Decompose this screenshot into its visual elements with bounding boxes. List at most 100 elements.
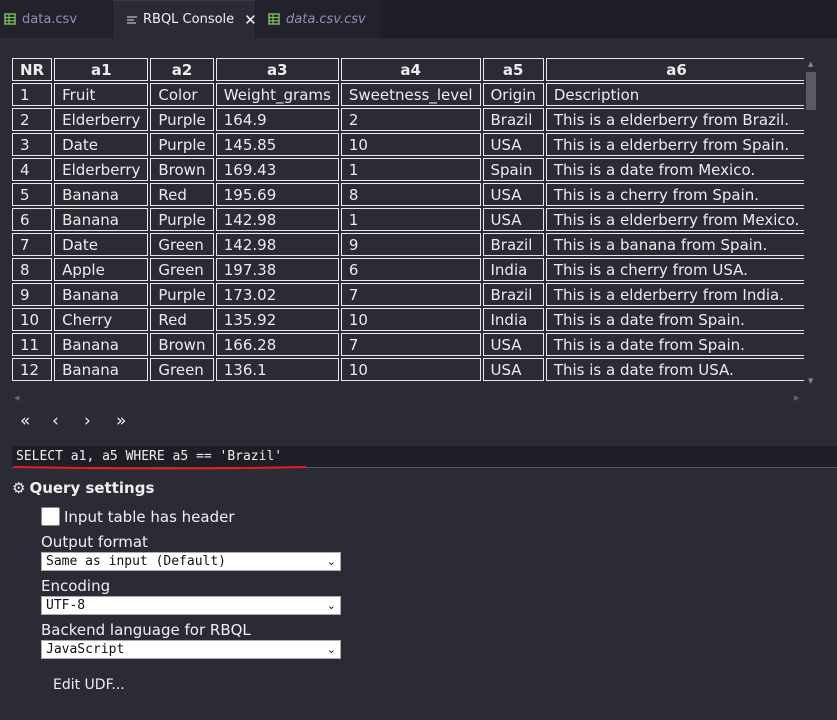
next-page-button[interactable]: › <box>84 411 116 431</box>
tab-rbql-console[interactable]: RBQL Console ✕ <box>113 0 257 38</box>
table-cell[interactable]: 142.98 <box>215 233 339 256</box>
query-settings-heading[interactable]: ⚙ Query settings <box>12 479 154 497</box>
table-cell[interactable]: Banana <box>54 358 149 381</box>
encoding-select[interactable]: UTF-8 ⌄ <box>41 596 341 615</box>
table-cell[interactable]: This is a elderberry from India. <box>545 283 804 306</box>
prev-page-button[interactable]: ‹ <box>52 411 84 431</box>
table-cell[interactable]: USA <box>482 208 544 231</box>
last-page-button[interactable]: » <box>116 411 148 431</box>
tab-data-csv-csv[interactable]: data.csv.csv <box>256 0 381 38</box>
table-cell[interactable]: This is a elderberry from Brazil. <box>545 108 804 131</box>
table-cell[interactable]: Red <box>150 183 214 206</box>
table-cell[interactable]: 2 <box>12 108 53 131</box>
table-cell[interactable]: 164.9 <box>215 108 339 131</box>
close-icon[interactable]: ✕ <box>244 11 257 29</box>
table-cell[interactable]: Elderberry <box>54 158 149 181</box>
first-page-button[interactable]: « <box>20 411 52 431</box>
table-cell[interactable]: Description <box>545 83 804 106</box>
table-cell[interactable]: Origin <box>482 83 544 106</box>
table-cell[interactable]: 173.02 <box>215 283 339 306</box>
table-cell[interactable]: India <box>482 308 544 331</box>
scrollbar-thumb[interactable] <box>806 72 816 110</box>
table-cell[interactable]: 136.1 <box>215 358 339 381</box>
table-cell[interactable]: 145.85 <box>215 133 339 156</box>
table-cell[interactable]: 1 <box>12 83 53 106</box>
scroll-left-icon[interactable]: ◀ <box>14 394 19 402</box>
table-cell[interactable]: USA <box>482 358 544 381</box>
table-cell[interactable]: This is a banana from Spain. <box>545 233 804 256</box>
table-cell[interactable]: Sweetness_level <box>340 83 481 106</box>
vertical-scrollbar[interactable]: ▲ ▼ <box>806 60 817 390</box>
table-cell[interactable]: 8 <box>340 183 481 206</box>
table-cell[interactable]: 7 <box>340 283 481 306</box>
table-cell[interactable]: Banana <box>54 208 149 231</box>
table-cell[interactable]: This is a elderberry from Spain. <box>545 133 804 156</box>
table-cell[interactable]: Brazil <box>482 108 544 131</box>
table-cell[interactable]: This is a elderberry from Mexico. <box>545 208 804 231</box>
table-cell[interactable]: 169.43 <box>215 158 339 181</box>
table-cell[interactable]: This is a date from USA. <box>545 358 804 381</box>
table-cell[interactable]: Cherry <box>54 308 149 331</box>
table-cell[interactable]: 10 <box>340 308 481 331</box>
table-cell[interactable]: Spain <box>482 158 544 181</box>
table-cell[interactable]: Brazil <box>482 283 544 306</box>
table-cell[interactable]: Green <box>150 358 214 381</box>
table-cell[interactable]: This is a date from Spain. <box>545 333 804 356</box>
table-cell[interactable]: Banana <box>54 333 149 356</box>
table-cell[interactable]: 9 <box>12 283 53 306</box>
table-cell[interactable]: Green <box>150 258 214 281</box>
table-cell[interactable]: 135.92 <box>215 308 339 331</box>
table-cell[interactable]: This is a cherry from Spain. <box>545 183 804 206</box>
table-cell[interactable]: 1 <box>340 208 481 231</box>
table-cell[interactable]: 166.28 <box>215 333 339 356</box>
table-cell[interactable]: Elderberry <box>54 108 149 131</box>
table-cell[interactable]: India <box>482 258 544 281</box>
table-cell[interactable]: USA <box>482 183 544 206</box>
table-cell[interactable]: 197.38 <box>215 258 339 281</box>
table-cell[interactable]: Purple <box>150 108 214 131</box>
table-cell[interactable]: 10 <box>340 133 481 156</box>
table-cell[interactable]: 10 <box>12 308 53 331</box>
table-cell[interactable]: 1 <box>340 158 481 181</box>
table-cell[interactable]: Purple <box>150 208 214 231</box>
table-cell[interactable]: This is a cherry from USA. <box>545 258 804 281</box>
tab-data-csv[interactable]: data.csv <box>0 0 112 38</box>
table-cell[interactable]: 7 <box>12 233 53 256</box>
table-cell[interactable]: Date <box>54 233 149 256</box>
table-cell[interactable]: USA <box>482 133 544 156</box>
table-cell[interactable]: Fruit <box>54 83 149 106</box>
table-cell[interactable]: 6 <box>340 258 481 281</box>
table-cell[interactable]: 11 <box>12 333 53 356</box>
scroll-down-icon[interactable]: ▼ <box>808 377 813 385</box>
scroll-up-icon[interactable]: ▲ <box>808 60 813 68</box>
table-cell[interactable]: 10 <box>340 358 481 381</box>
table-cell[interactable]: 2 <box>340 108 481 131</box>
table-cell[interactable]: 12 <box>12 358 53 381</box>
input-has-header-checkbox[interactable] <box>41 507 60 526</box>
table-cell[interactable]: Date <box>54 133 149 156</box>
backend-language-select[interactable]: JavaScript ⌄ <box>41 640 341 659</box>
scroll-right-icon[interactable]: ▶ <box>794 394 799 402</box>
table-cell[interactable]: 142.98 <box>215 208 339 231</box>
table-cell[interactable]: Color <box>150 83 214 106</box>
table-cell[interactable]: This is a date from Spain. <box>545 308 804 331</box>
table-cell[interactable]: Purple <box>150 283 214 306</box>
table-cell[interactable]: Apple <box>54 258 149 281</box>
table-cell[interactable]: Brown <box>150 333 214 356</box>
edit-udf-button[interactable]: Edit UDF... <box>53 677 125 693</box>
table-cell[interactable]: This is a date from Mexico. <box>545 158 804 181</box>
table-cell[interactable]: Brazil <box>482 233 544 256</box>
table-cell[interactable]: 5 <box>12 183 53 206</box>
table-cell[interactable]: Banana <box>54 183 149 206</box>
table-cell[interactable]: Green <box>150 233 214 256</box>
table-cell[interactable]: 195.69 <box>215 183 339 206</box>
table-cell[interactable]: 6 <box>12 208 53 231</box>
table-cell[interactable]: 7 <box>340 333 481 356</box>
table-cell[interactable]: Weight_grams <box>215 83 339 106</box>
table-cell[interactable]: Banana <box>54 283 149 306</box>
table-cell[interactable]: 4 <box>12 158 53 181</box>
table-cell[interactable]: USA <box>482 333 544 356</box>
table-cell[interactable]: 8 <box>12 258 53 281</box>
table-cell[interactable]: Red <box>150 308 214 331</box>
table-cell[interactable]: 9 <box>340 233 481 256</box>
